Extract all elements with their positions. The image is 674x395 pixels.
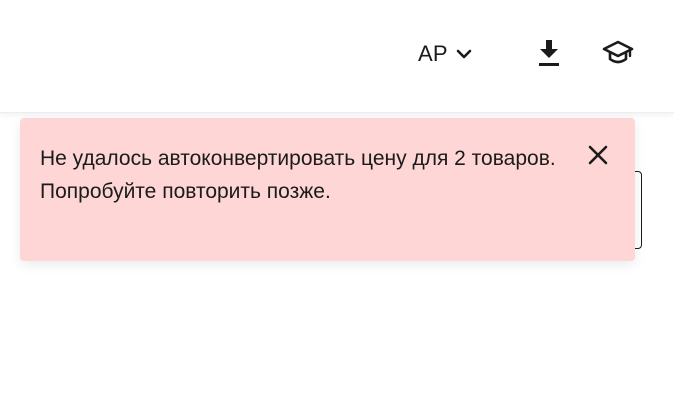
- toast-close-button[interactable]: [585, 144, 611, 170]
- toast-message: Не удалось автоконвертировать цену для 2…: [40, 147, 556, 203]
- chevron-down-icon: [454, 44, 474, 64]
- education-button[interactable]: [602, 38, 634, 73]
- error-toast: Не удалось автоконвертировать цену для 2…: [20, 118, 635, 261]
- graduation-cap-icon: [602, 38, 634, 73]
- top-header: AP: [0, 0, 674, 113]
- account-label: AP: [418, 41, 448, 66]
- close-icon: [587, 144, 609, 171]
- download-button[interactable]: [534, 38, 564, 73]
- account-switcher[interactable]: AP: [418, 40, 474, 68]
- download-icon: [535, 38, 563, 73]
